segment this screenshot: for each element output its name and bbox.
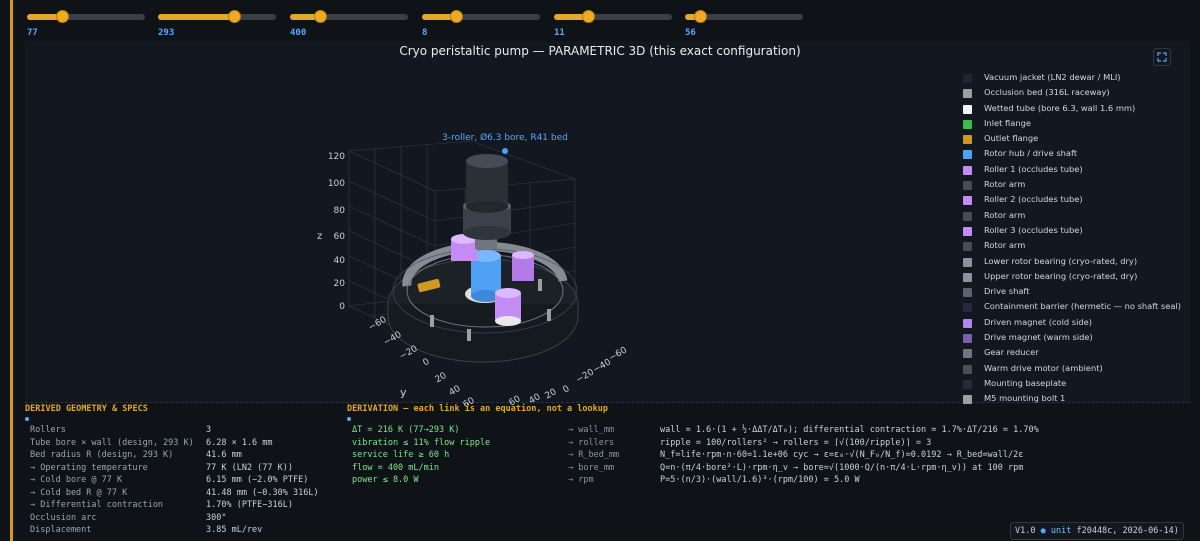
version-footer: V1.0 ● unit f20448c, 2026-06-14) — [1010, 522, 1184, 540]
slider-6-value: 56 — [685, 28, 696, 38]
specs-bullet — [25, 417, 29, 421]
z-tick: 40 — [334, 256, 346, 266]
plot-panel[interactable]: Cryo peristaltic pump — PARAMETRIC 3D (t… — [25, 41, 1190, 406]
legend-swatch — [963, 226, 972, 236]
drive-assembly — [463, 154, 511, 249]
z-tick: 20 — [334, 279, 346, 289]
slider-thumb[interactable] — [582, 10, 596, 23]
legend-swatch — [963, 272, 972, 282]
y-tick: 0 — [422, 357, 432, 369]
slider-5[interactable] — [554, 10, 672, 24]
legend-swatch — [963, 257, 972, 267]
z-tick: 120 — [328, 152, 345, 162]
z-tick: 60 — [334, 232, 346, 242]
y-tick: 20 — [434, 371, 449, 386]
slider-2[interactable] — [158, 10, 276, 24]
left-accent-rail — [10, 0, 13, 541]
slider-1[interactable] — [27, 10, 145, 24]
legend-swatch — [963, 104, 972, 114]
slider-3[interactable] — [290, 10, 408, 24]
annotation-marker — [502, 148, 508, 154]
legend-swatch — [963, 196, 972, 206]
derivation-bullet — [347, 417, 351, 421]
slider-4-value: 8 — [422, 28, 428, 38]
specs-header: DERIVED GEOMETRY & SPECS — [25, 404, 148, 414]
legend-swatch — [963, 288, 972, 298]
y-tick: −60 — [367, 315, 389, 333]
slider-4[interactable] — [422, 10, 540, 24]
legend-swatch — [963, 150, 972, 160]
legend-swatch — [963, 349, 972, 359]
legend-swatch — [963, 181, 972, 191]
x-tick: 20 — [544, 387, 559, 402]
slider-thumb[interactable] — [227, 10, 241, 23]
z-tick: 100 — [328, 179, 345, 189]
z-axis-label: z — [317, 231, 322, 242]
legend-swatch — [963, 395, 972, 405]
slider-thumb[interactable] — [450, 10, 464, 23]
z-tick: 0 — [339, 302, 345, 312]
derivation-header: DERIVATION — each link is an equation, n… — [347, 404, 608, 414]
pump-3d-scene[interactable]: 3-roller, Ø6.3 bore, R41 bed 120 100 80 … — [275, 131, 645, 406]
slider-3-value: 400 — [290, 28, 307, 38]
slider-thumb[interactable] — [56, 10, 70, 23]
expand-icon — [1157, 52, 1167, 62]
legend-swatch — [963, 89, 972, 99]
legend-swatch — [963, 364, 972, 374]
roller-2 — [512, 251, 534, 281]
slider-1-value: 77 — [27, 28, 38, 38]
plot-title: Cryo peristaltic pump — PARAMETRIC 3D (t… — [399, 44, 801, 58]
y-axis-label: y — [400, 386, 407, 399]
unit-link[interactable]: unit — [1051, 526, 1071, 536]
legend-swatch — [963, 135, 972, 145]
x-tick: 0 — [562, 384, 572, 396]
version-label: V1.0 — [1015, 526, 1036, 536]
expand-button[interactable] — [1153, 48, 1171, 66]
legend-swatch — [963, 74, 972, 83]
legend-swatch — [963, 318, 972, 328]
z-axis-ticks: 120 100 80 60 40 20 0 — [328, 152, 345, 312]
x-tick: −60 — [608, 345, 630, 363]
plot-annotation: 3-roller, Ø6.3 bore, R41 bed — [442, 132, 568, 143]
legend-swatch — [963, 211, 972, 221]
slider-2-value: 293 — [158, 28, 175, 38]
slider-5-value: 11 — [554, 28, 565, 38]
legend-swatch — [963, 303, 972, 313]
legend-swatch — [963, 379, 972, 389]
slider-thumb[interactable] — [313, 10, 327, 23]
build-info: f20448c, 2026-06-14) — [1076, 526, 1179, 536]
slider-thumb[interactable] — [694, 10, 708, 23]
y-tick: 40 — [448, 384, 463, 399]
legend-swatch — [963, 165, 972, 175]
roller-3 — [495, 288, 521, 326]
legend-swatch — [963, 119, 972, 129]
status-dot-icon: ● — [1040, 526, 1046, 536]
slider-6[interactable] — [685, 10, 803, 24]
legend-swatch — [963, 242, 972, 252]
legend-swatch — [963, 334, 972, 344]
z-tick: 80 — [334, 206, 346, 216]
